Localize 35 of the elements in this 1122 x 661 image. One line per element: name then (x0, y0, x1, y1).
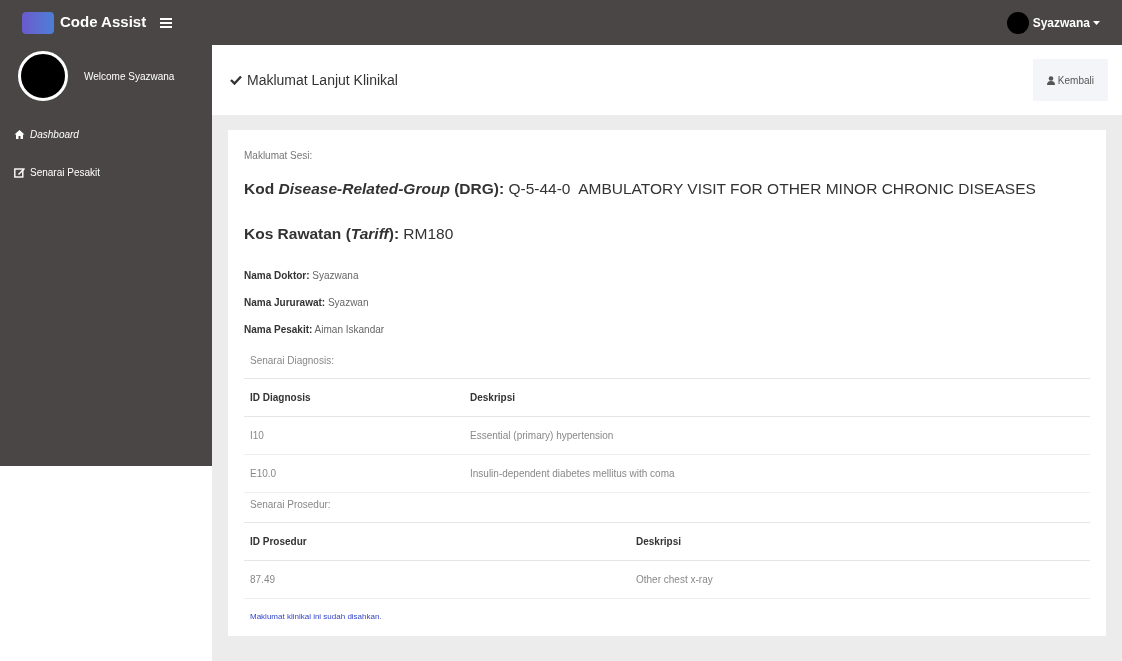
edit-icon (14, 166, 25, 178)
avatar-icon (1006, 11, 1029, 34)
user-icon (1046, 75, 1055, 85)
back-button[interactable]: Kembali (1032, 59, 1108, 101)
menu-icon[interactable] (160, 17, 173, 28)
table-cell: Essential (primary) hypertension (464, 416, 1090, 454)
logo-icon (22, 11, 54, 34)
home-icon (14, 128, 25, 140)
field-text: Nama Pesakit: Aiman Iskandar (244, 322, 386, 337)
table-cell: I10 (244, 416, 464, 454)
column-header: Deskripsi (630, 522, 1090, 560)
table-cell: 87.49 (244, 560, 630, 598)
confirmation-note: Maklumat klinikal ini sudah disahkan. (249, 610, 383, 623)
column-header: ID Diagnosis (244, 378, 464, 416)
field-text: Nama Doktor: Syazwana (244, 268, 360, 283)
sidebar-item[interactable]: Senarai Pesakit (0, 153, 212, 191)
section-label: Maklumat Sesi: (244, 149, 314, 163)
welcome-text: Welcome Syazwana (84, 69, 175, 84)
column-header: Deskripsi (464, 378, 1090, 416)
app-name: Code Assist (60, 12, 147, 33)
column-header: ID Prosedur (244, 522, 630, 560)
user-menu[interactable]: Syazwana (1032, 13, 1100, 32)
check-icon (230, 75, 242, 85)
headline-text: Kos Rawatan (Tariff): RM180 (244, 224, 455, 245)
section-label: Senarai Prosedur: (249, 497, 332, 512)
page-title: Maklumat Lanjut Klinikal (247, 70, 398, 90)
caret-icon (1093, 20, 1100, 25)
table-cell: Insulin-dependent diabetes mellitus with coma (464, 454, 1090, 492)
field-text: Nama Jururawat: Syazwan (244, 295, 370, 310)
table-cell: E10.0 (244, 454, 464, 492)
table-cell: Other chest x-ray (630, 560, 1090, 598)
headline-text: Kod Disease-Related-Group (DRG): Q-5-44-0 AMBULATORY VISIT FOR OTHER MINOR CHRONIC DISEASES (244, 179, 1037, 199)
avatar-icon (18, 51, 68, 101)
section-label: Senarai Diagnosis: (249, 353, 335, 368)
sidebar-item[interactable]: Dashboard (0, 115, 212, 153)
